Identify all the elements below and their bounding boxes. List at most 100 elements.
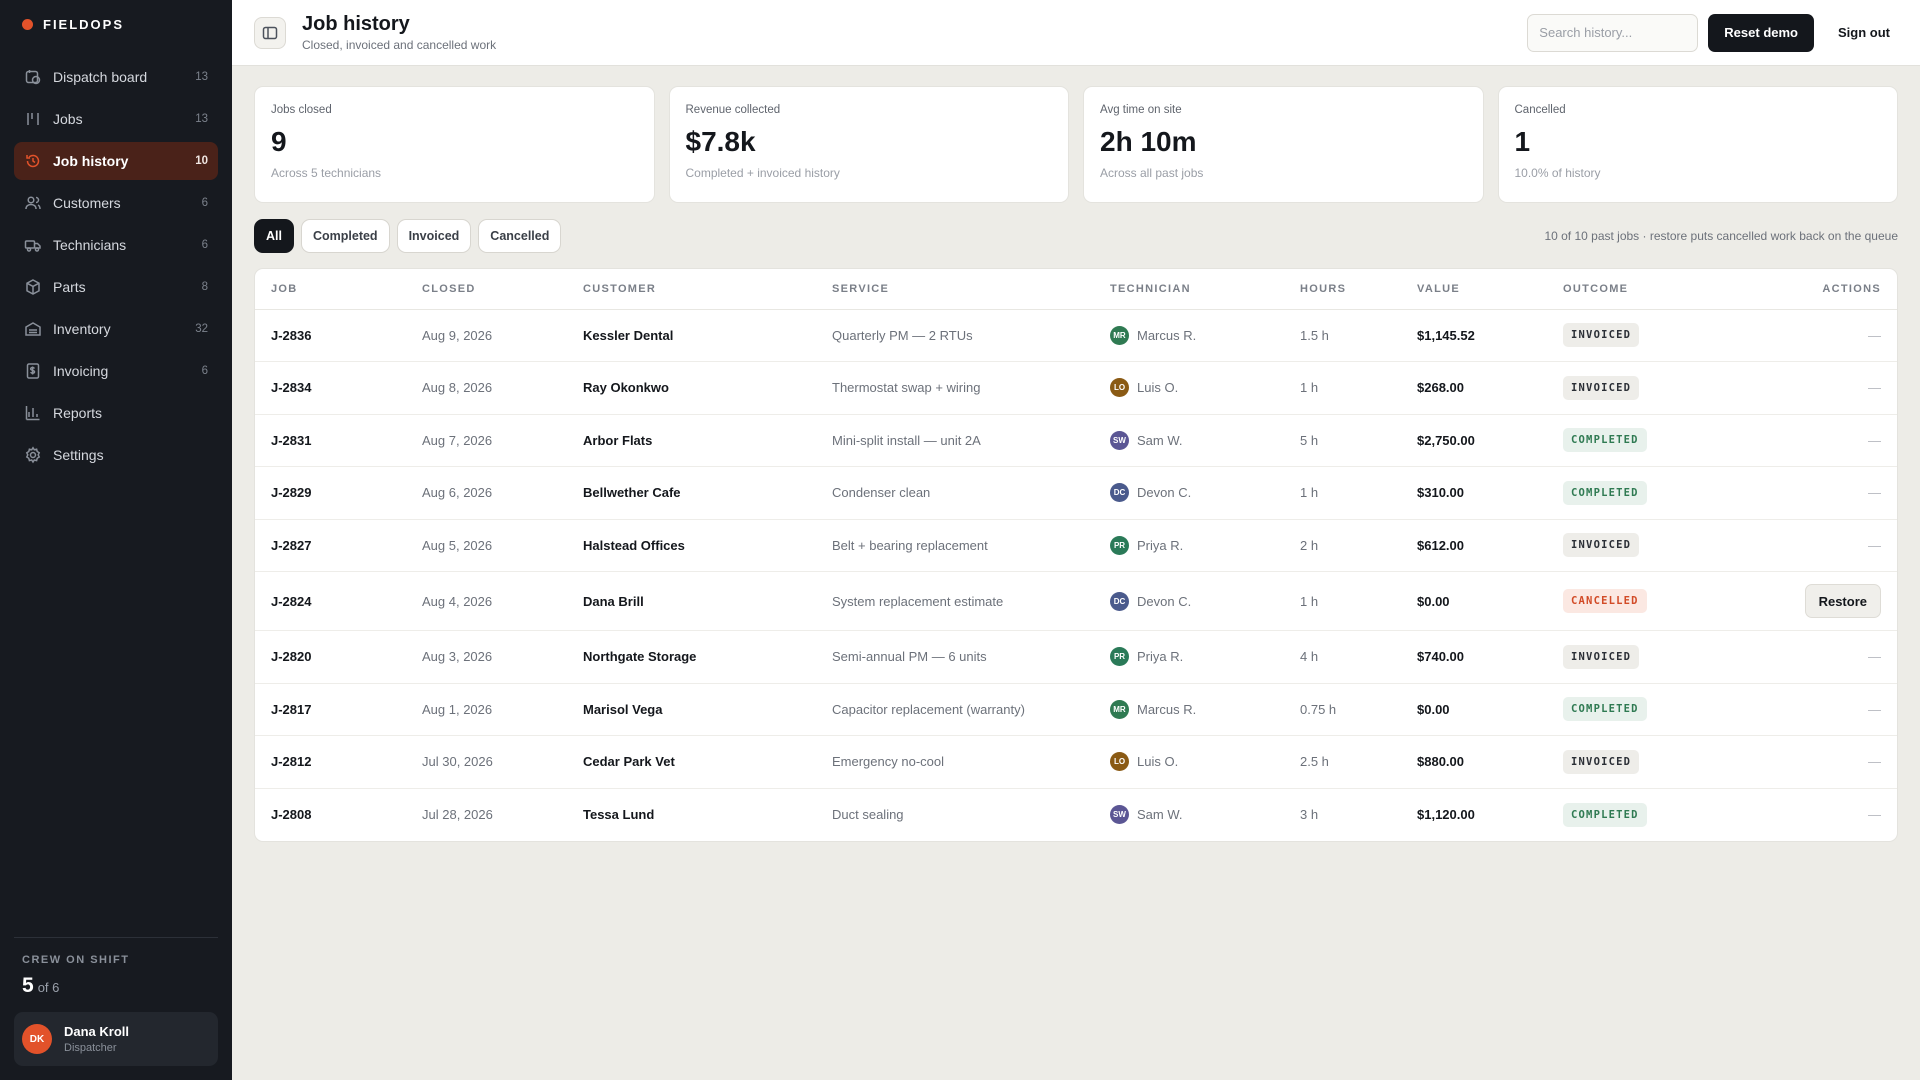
technician-name: Priya R. bbox=[1137, 649, 1184, 665]
sidebar-toggle-button[interactable] bbox=[254, 16, 286, 49]
job-id: J-2820 bbox=[255, 630, 406, 684]
table-row[interactable]: J-2829 Aug 6, 2026 Bellwether Cafe Condense… bbox=[255, 466, 1897, 520]
no-action: — bbox=[1868, 649, 1881, 665]
filter-chip-cancelled[interactable]: Cancelled bbox=[478, 219, 562, 253]
outcome-cell: COMPLETED bbox=[1547, 788, 1727, 841]
technician-avatar: SW bbox=[1110, 430, 1129, 450]
table-row[interactable]: J-2812 Jul 30, 2026 Cedar Park Vet Emergenc… bbox=[255, 735, 1897, 789]
column-header-actions: ACTIONS bbox=[1727, 269, 1897, 310]
sidebar-item-label: Jobs bbox=[53, 111, 83, 127]
closed-date: Aug 6, 2026 bbox=[406, 466, 567, 520]
service-description: Thermostat swap + wiring bbox=[816, 361, 1094, 415]
customer-name: Tessa Lund bbox=[583, 807, 655, 822]
user-card[interactable]: DK Dana Kroll Dispatcher bbox=[14, 1012, 218, 1066]
job-value: $2,750.00 bbox=[1401, 414, 1547, 467]
table-row[interactable]: J-2831 Aug 7, 2026 Arbor Flats Mini-split i… bbox=[255, 414, 1897, 467]
technician-name: Luis O. bbox=[1137, 754, 1179, 770]
sidebar-item-inventory[interactable]: Inventory 32 bbox=[14, 310, 218, 348]
stat-note: Completed + invoiced history bbox=[685, 166, 840, 180]
table-row[interactable]: J-2834 Aug 8, 2026 Ray Okonkwo Thermostat s… bbox=[255, 361, 1897, 415]
stat-card-revenue-collected: Revenue collected $7.8k Completed + invoic… bbox=[668, 86, 1069, 203]
table-row[interactable]: J-2808 Jul 28, 2026 Tessa Lund Duct sealing… bbox=[255, 788, 1897, 841]
table-row[interactable]: J-2836 Aug 9, 2026 Kessler Dental Quarterly… bbox=[255, 309, 1897, 362]
reset-demo-button[interactable]: Reset demo bbox=[1708, 13, 1814, 52]
stat-note: Across 5 technicians bbox=[271, 166, 382, 180]
column-header-technician: TECHNICIAN bbox=[1094, 269, 1284, 310]
sidebar-item-settings[interactable]: Settings bbox=[14, 436, 218, 474]
technician-avatar: DC bbox=[1110, 591, 1129, 611]
outcome-cell: COMPLETED bbox=[1547, 683, 1727, 736]
sidebar-item-reports[interactable]: Reports bbox=[14, 394, 218, 432]
outcome-cell: INVOICED bbox=[1547, 630, 1727, 684]
hours: 1 h bbox=[1284, 571, 1401, 631]
truck-icon bbox=[24, 236, 42, 254]
filter-chip-invoiced[interactable]: Invoiced bbox=[396, 219, 472, 253]
technician: PR Priya R. bbox=[1110, 535, 1268, 555]
crew-title: CREW ON SHIFT bbox=[22, 954, 130, 966]
user-role: Dispatcher bbox=[64, 1042, 117, 1054]
closed-date: Aug 5, 2026 bbox=[406, 519, 567, 572]
stat-note: Across all past jobs bbox=[1100, 166, 1204, 180]
table-row[interactable]: J-2827 Aug 5, 2026 Halstead Offices Belt + … bbox=[255, 519, 1897, 572]
table-row[interactable]: J-2824 Aug 4, 2026 Dana Brill System replac… bbox=[255, 571, 1897, 631]
job-id: J-2831 bbox=[255, 414, 406, 467]
sidebar-item-customers[interactable]: Customers 6 bbox=[14, 184, 218, 222]
brand[interactable]: FIELDOPS bbox=[0, 0, 232, 46]
sidebar-toggle-icon bbox=[262, 26, 278, 39]
customer-name: Bellwether Cafe bbox=[567, 466, 816, 520]
column-header-value: VALUE bbox=[1401, 269, 1547, 310]
sign-out-button[interactable]: Sign out bbox=[1814, 14, 1890, 52]
invoice-icon bbox=[24, 362, 42, 380]
search-input[interactable] bbox=[1527, 13, 1699, 52]
sidebar-item-label: Job history bbox=[53, 153, 129, 169]
technician-avatar: LO bbox=[1110, 752, 1129, 772]
filter-chip-completed[interactable]: Completed bbox=[300, 219, 390, 253]
sidebar-item-jobs[interactable]: Jobs 13 bbox=[14, 100, 218, 138]
technician: DC Devon C. bbox=[1110, 483, 1268, 503]
customer-name: Northgate Storage bbox=[567, 630, 816, 684]
status-badge: INVOICED bbox=[1563, 749, 1640, 774]
stat-card-jobs-closed: Jobs closed 9 Across 5 technicians bbox=[254, 86, 655, 203]
warehouse-icon bbox=[24, 320, 42, 338]
outcome-cell: COMPLETED bbox=[1547, 466, 1727, 520]
actions-cell: — bbox=[1727, 519, 1897, 572]
filter-chip-all[interactable]: All bbox=[254, 219, 294, 253]
sidebar: FIELDOPS Dispatch board 13 Jobs 13 Job histo… bbox=[0, 0, 232, 1080]
column-header-customer: CUSTOMER bbox=[567, 269, 816, 310]
sidebar-item-parts[interactable]: Parts 8 bbox=[14, 268, 218, 306]
technician-cell: PR Priya R. bbox=[1094, 630, 1284, 684]
actions-cell: — bbox=[1727, 630, 1897, 684]
history-table-card: JOB CLOSED CUSTOMER SERVICE TECHNICIAN HOURS V… bbox=[254, 268, 1898, 842]
stat-value: 1 bbox=[1514, 126, 1531, 157]
stat-card-cancelled: Cancelled 1 10.0% of history bbox=[1497, 86, 1898, 203]
actions-cell: — bbox=[1727, 309, 1897, 362]
hours: 3 h bbox=[1300, 807, 1319, 822]
sidebar-item-technicians[interactable]: Technicians 6 bbox=[14, 226, 218, 264]
sidebar-item-job-history[interactable]: Job history 10 bbox=[14, 142, 218, 180]
sidebar-item-dispatch-board[interactable]: Dispatch board 13 bbox=[14, 58, 218, 96]
technician-name: Sam W. bbox=[1137, 807, 1183, 822]
job-id: J-2817 bbox=[255, 683, 406, 736]
job-id: J-2824 bbox=[255, 571, 406, 631]
technician-avatar: PR bbox=[1110, 647, 1129, 667]
technician-cell: DC Devon C. bbox=[1094, 466, 1284, 520]
sidebar-item-label: Dispatch board bbox=[53, 69, 148, 85]
sidebar-item-label: Invoicing bbox=[53, 363, 109, 379]
job-id: J-2834 bbox=[255, 361, 406, 415]
actions-cell: — bbox=[1727, 735, 1897, 789]
restore-button[interactable]: Restore bbox=[1804, 584, 1881, 618]
no-action: — bbox=[1868, 380, 1881, 396]
sidebar-item-label: Settings bbox=[53, 447, 104, 463]
actions-cell: Restore bbox=[1727, 571, 1897, 631]
sidebar-item-label: Technicians bbox=[53, 237, 127, 253]
table-row[interactable]: J-2820 Aug 3, 2026 Northgate Storage Semi-a… bbox=[255, 630, 1897, 684]
stat-value: $7.8k bbox=[685, 126, 756, 157]
outcome-cell: INVOICED bbox=[1547, 309, 1727, 362]
status-badge: CANCELLED bbox=[1563, 589, 1647, 613]
service-description: Quarterly PM — 2 RTUs bbox=[816, 309, 1094, 362]
sidebar-item-invoicing[interactable]: Invoicing 6 bbox=[14, 352, 218, 390]
column-header-outcome: OUTCOME bbox=[1547, 269, 1727, 310]
table-row[interactable]: J-2817 Aug 1, 2026 Marisol Vega Capacitor r… bbox=[255, 683, 1897, 736]
crew-count: 5 of 6 bbox=[22, 974, 210, 998]
history-icon bbox=[24, 152, 42, 170]
